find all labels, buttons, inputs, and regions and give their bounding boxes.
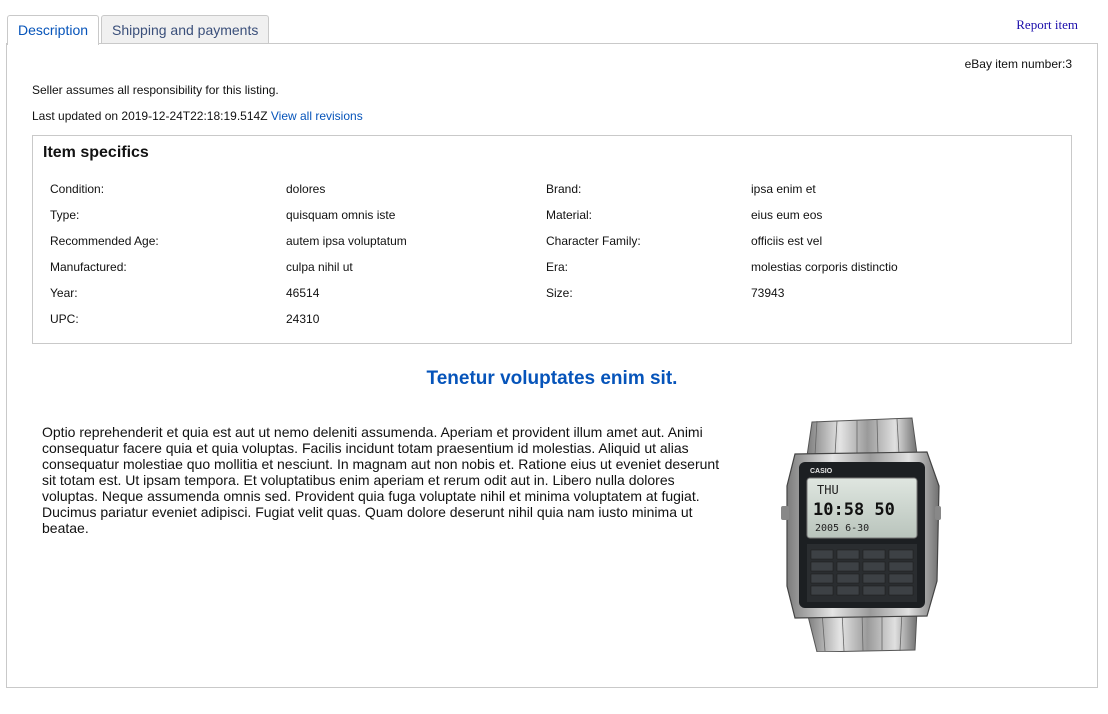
spec-row: Manufactured: culpa nihil ut Era: molest…	[33, 260, 1071, 286]
spec-label: Type:	[50, 208, 80, 222]
spec-row: Type: quisquam omnis iste Material: eius…	[33, 208, 1071, 234]
spec-value: ipsa enim et	[751, 182, 816, 196]
tab-shipping-and-payments[interactable]: Shipping and payments	[101, 15, 270, 44]
spec-label: Recommended Age:	[50, 234, 159, 248]
spec-value: dolores	[286, 182, 326, 196]
watch-date-text: 2005 6-30	[815, 523, 869, 534]
calculator-watch-image: CASIO THU 10:58 50 2005 6-30	[781, 417, 941, 652]
listing-headline: Tenetur voluptates enim sit.	[426, 368, 678, 389]
spec-row: Recommended Age: autem ipsa voluptatum C…	[33, 234, 1071, 260]
spec-label: Material:	[546, 208, 593, 222]
responsibility-notice: Seller assumes all responsibility for th…	[32, 83, 279, 97]
spec-value: quisquam omnis iste	[286, 208, 396, 222]
spec-row: Condition: dolores Brand: ipsa enim et	[33, 182, 1071, 208]
last-updated: Last updated on 2019-12-24T22:18:19.514Z…	[32, 109, 363, 123]
spec-label: Size:	[546, 286, 573, 300]
last-updated-text: Last updated on 2019-12-24T22:18:19.514Z	[32, 109, 268, 123]
spec-row: Year: 46514 Size: 73943	[33, 286, 1071, 312]
description-panel: eBay item number:3 Seller assumes all re…	[6, 43, 1098, 688]
tab-bar: Description Shipping and payments	[7, 15, 271, 45]
spec-label: Year:	[50, 286, 78, 300]
spec-label: UPC:	[50, 312, 79, 326]
spec-value: eius eum eos	[751, 208, 823, 222]
spec-value: 46514	[286, 286, 320, 300]
spec-value: 73943	[751, 286, 785, 300]
item-number: eBay item number:3	[964, 57, 1072, 71]
watch-time-text: 10:58 50	[813, 500, 895, 520]
spec-value: officiis est vel	[751, 234, 823, 248]
spec-row: UPC: 24310	[33, 312, 1071, 338]
view-all-revisions-link[interactable]: View all revisions	[271, 109, 363, 123]
spec-value: culpa nihil ut	[286, 260, 353, 274]
spec-label: Condition:	[50, 182, 105, 196]
listing-description: Optio reprehenderit et quia est aut ut n…	[42, 424, 720, 536]
item-specifics-title: Item specifics	[43, 144, 149, 161]
tab-description[interactable]: Description	[7, 15, 100, 45]
watch-day-text: THU	[817, 483, 839, 497]
watch-brand-text: CASIO	[810, 468, 833, 475]
spec-label: Era:	[546, 260, 569, 274]
spec-value: 24310	[286, 312, 320, 326]
report-item-link[interactable]: Report item	[1016, 17, 1078, 33]
spec-label: Brand:	[546, 182, 582, 196]
spec-label: Manufactured:	[50, 260, 127, 274]
spec-value: molestias corporis distinctio	[751, 260, 898, 274]
spec-label: Character Family:	[546, 234, 641, 248]
spec-value: autem ipsa voluptatum	[286, 234, 407, 248]
item-specifics-box: Item specifics Condition: dolores Brand:…	[32, 135, 1072, 344]
